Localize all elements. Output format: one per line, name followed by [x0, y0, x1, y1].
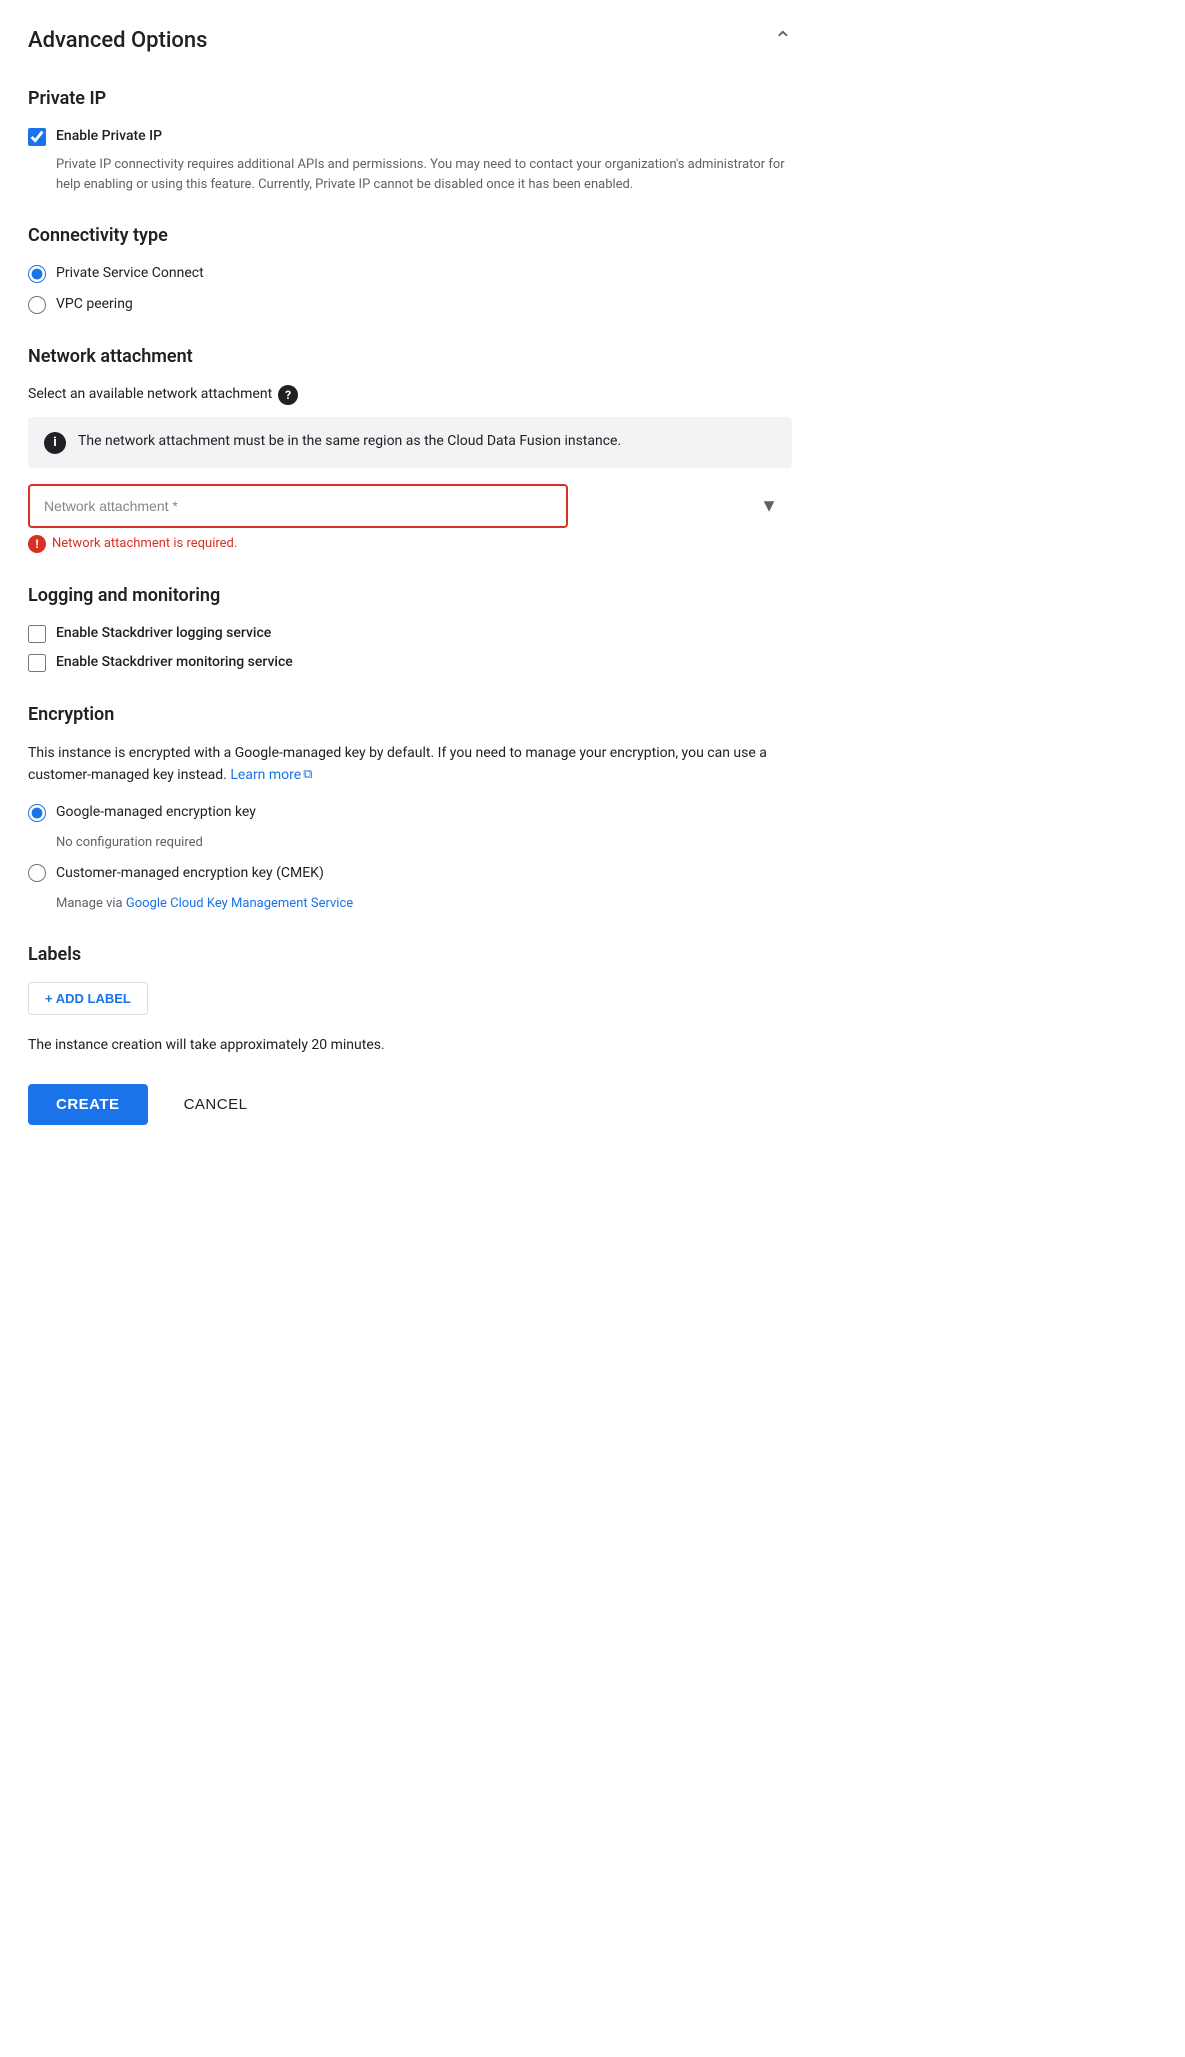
network-attachment-section: Network attachment Select an available n…: [28, 343, 792, 554]
footer: The instance creation will take approxim…: [28, 1035, 792, 1125]
cmek-radio-row: Customer-managed encryption key (CMEK): [28, 863, 792, 884]
network-attachment-dropdown[interactable]: Network attachment *: [28, 484, 568, 528]
connectivity-type-section: Connectivity type Private Service Connec…: [28, 222, 792, 315]
cmek-sub-label: Manage via Google Cloud Key Management S…: [56, 894, 792, 914]
logging-monitoring-title: Logging and monitoring: [28, 582, 792, 609]
stackdriver-monitoring-label: Enable Stackdriver monitoring service: [56, 652, 293, 673]
enable-private-ip-checkbox[interactable]: [28, 128, 46, 146]
select-label-row: Select an available network attachment ?: [28, 384, 792, 405]
instance-note: The instance creation will take approxim…: [28, 1035, 792, 1056]
private-ip-title: Private IP: [28, 85, 792, 112]
google-key-sub-label: No configuration required: [56, 833, 792, 853]
logging-monitoring-section: Logging and monitoring Enable Stackdrive…: [28, 582, 792, 673]
psc-radio[interactable]: [28, 265, 46, 283]
dropdown-arrow-icon: ▼: [760, 493, 778, 520]
private-ip-description: Private IP connectivity requires additio…: [56, 155, 792, 194]
info-icon: i: [44, 432, 66, 454]
google-key-radio-row: Google-managed encryption key: [28, 802, 792, 823]
network-attachment-dropdown-wrapper: Network attachment * ▼: [28, 484, 792, 528]
logging-checkbox-row: Enable Stackdriver logging service: [28, 623, 792, 644]
encryption-description: This instance is encrypted with a Google…: [28, 742, 792, 787]
labels-title: Labels: [28, 941, 792, 968]
vpc-radio-row: VPC peering: [28, 294, 792, 315]
select-label-text: Select an available network attachment: [28, 384, 272, 405]
cancel-button[interactable]: CANCEL: [164, 1084, 268, 1125]
stackdriver-logging-label: Enable Stackdriver logging service: [56, 623, 271, 644]
add-label-button-text: + ADD LABEL: [45, 991, 131, 1006]
kms-link[interactable]: Google Cloud Key Management Service: [126, 896, 353, 911]
labels-section: Labels + ADD LABEL: [28, 941, 792, 1035]
vpc-label: VPC peering: [56, 294, 133, 315]
action-buttons: CREATE CANCEL: [28, 1084, 792, 1125]
learn-more-link[interactable]: Learn more⧉: [230, 767, 312, 783]
info-box: i The network attachment must be in the …: [28, 417, 792, 468]
monitoring-checkbox-row: Enable Stackdriver monitoring service: [28, 652, 792, 673]
google-key-label: Google-managed encryption key: [56, 802, 256, 823]
encryption-section: Encryption This instance is encrypted wi…: [28, 701, 792, 914]
network-attachment-error: ! Network attachment is required.: [28, 534, 792, 554]
psc-label: Private Service Connect: [56, 263, 204, 284]
add-label-button[interactable]: + ADD LABEL: [28, 982, 148, 1015]
help-icon[interactable]: ?: [278, 385, 298, 405]
network-attachment-title: Network attachment: [28, 343, 792, 370]
error-icon: !: [28, 535, 46, 553]
collapse-icon[interactable]: ⌃: [774, 24, 792, 57]
enable-private-ip-label: Enable Private IP: [56, 126, 162, 147]
encryption-title: Encryption: [28, 701, 792, 728]
create-button[interactable]: CREATE: [28, 1084, 148, 1125]
connectivity-type-title: Connectivity type: [28, 222, 792, 249]
learn-more-text: Learn more: [230, 767, 301, 783]
psc-radio-row: Private Service Connect: [28, 263, 792, 284]
advanced-options-header: Advanced Options ⌃: [28, 24, 792, 57]
stackdriver-logging-checkbox[interactable]: [28, 625, 46, 643]
error-message: Network attachment is required.: [52, 534, 237, 554]
external-link-icon: ⧉: [303, 765, 312, 786]
cmek-label: Customer-managed encryption key (CMEK): [56, 863, 324, 884]
page-title: Advanced Options: [28, 24, 207, 57]
vpc-radio[interactable]: [28, 296, 46, 314]
cmek-radio[interactable]: [28, 864, 46, 882]
stackdriver-monitoring-checkbox[interactable]: [28, 654, 46, 672]
encryption-desc-text: This instance is encrypted with a Google…: [28, 745, 767, 783]
enable-private-ip-row: Enable Private IP: [28, 126, 792, 147]
kms-link-text: Google Cloud Key Management Service: [126, 896, 353, 911]
info-box-text: The network attachment must be in the sa…: [78, 431, 621, 452]
google-key-radio[interactable]: [28, 804, 46, 822]
private-ip-section: Private IP Enable Private IP Private IP …: [28, 85, 792, 194]
